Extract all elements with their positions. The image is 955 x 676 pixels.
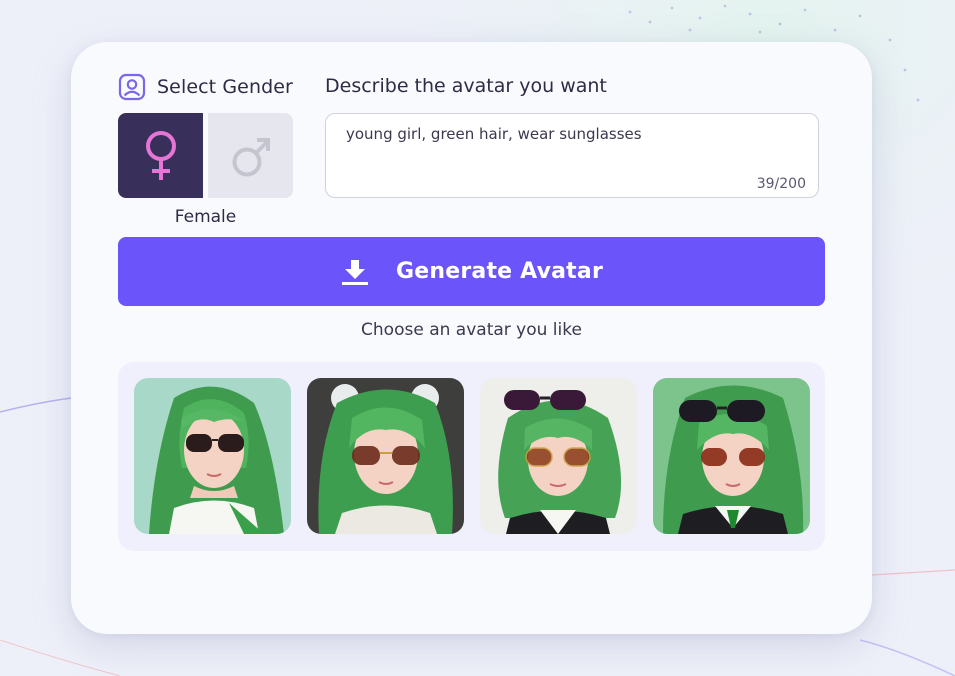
description-title: Describe the avatar you want xyxy=(325,75,607,97)
download-icon xyxy=(342,259,368,285)
male-symbol-icon xyxy=(232,137,270,176)
avatar-image xyxy=(653,378,810,534)
gender-selector xyxy=(118,113,293,198)
avatar-image xyxy=(134,378,291,534)
avatar-image xyxy=(307,378,464,534)
avatar-image xyxy=(480,378,637,534)
avatar-option-2[interactable] xyxy=(307,378,464,534)
male-gender-button[interactable] xyxy=(208,113,293,198)
female-gender-button[interactable] xyxy=(118,113,203,198)
character-counter: 39/200 xyxy=(756,176,806,192)
avatar-option-4[interactable] xyxy=(653,378,810,534)
gender-title: Select Gender xyxy=(157,76,293,98)
avatar-gallery xyxy=(118,362,825,551)
user-portrait-icon xyxy=(118,73,146,101)
generate-avatar-button[interactable]: Generate Avatar xyxy=(118,237,825,306)
female-symbol-icon xyxy=(145,130,176,180)
gender-header: Select Gender xyxy=(118,73,293,101)
avatar-generator-card: Select Gender Female Describe the avatar… xyxy=(71,42,872,634)
generate-avatar-label: Generate Avatar xyxy=(396,259,603,284)
description-input[interactable]: young girl, green hair, wear sunglasses … xyxy=(325,113,819,198)
description-value[interactable]: young girl, green hair, wear sunglasses xyxy=(346,125,642,143)
avatar-option-1[interactable] xyxy=(134,378,291,534)
avatar-option-3[interactable] xyxy=(480,378,637,534)
selected-gender-label: Female xyxy=(174,207,237,227)
choose-avatar-title: Choose an avatar you like xyxy=(361,320,582,340)
